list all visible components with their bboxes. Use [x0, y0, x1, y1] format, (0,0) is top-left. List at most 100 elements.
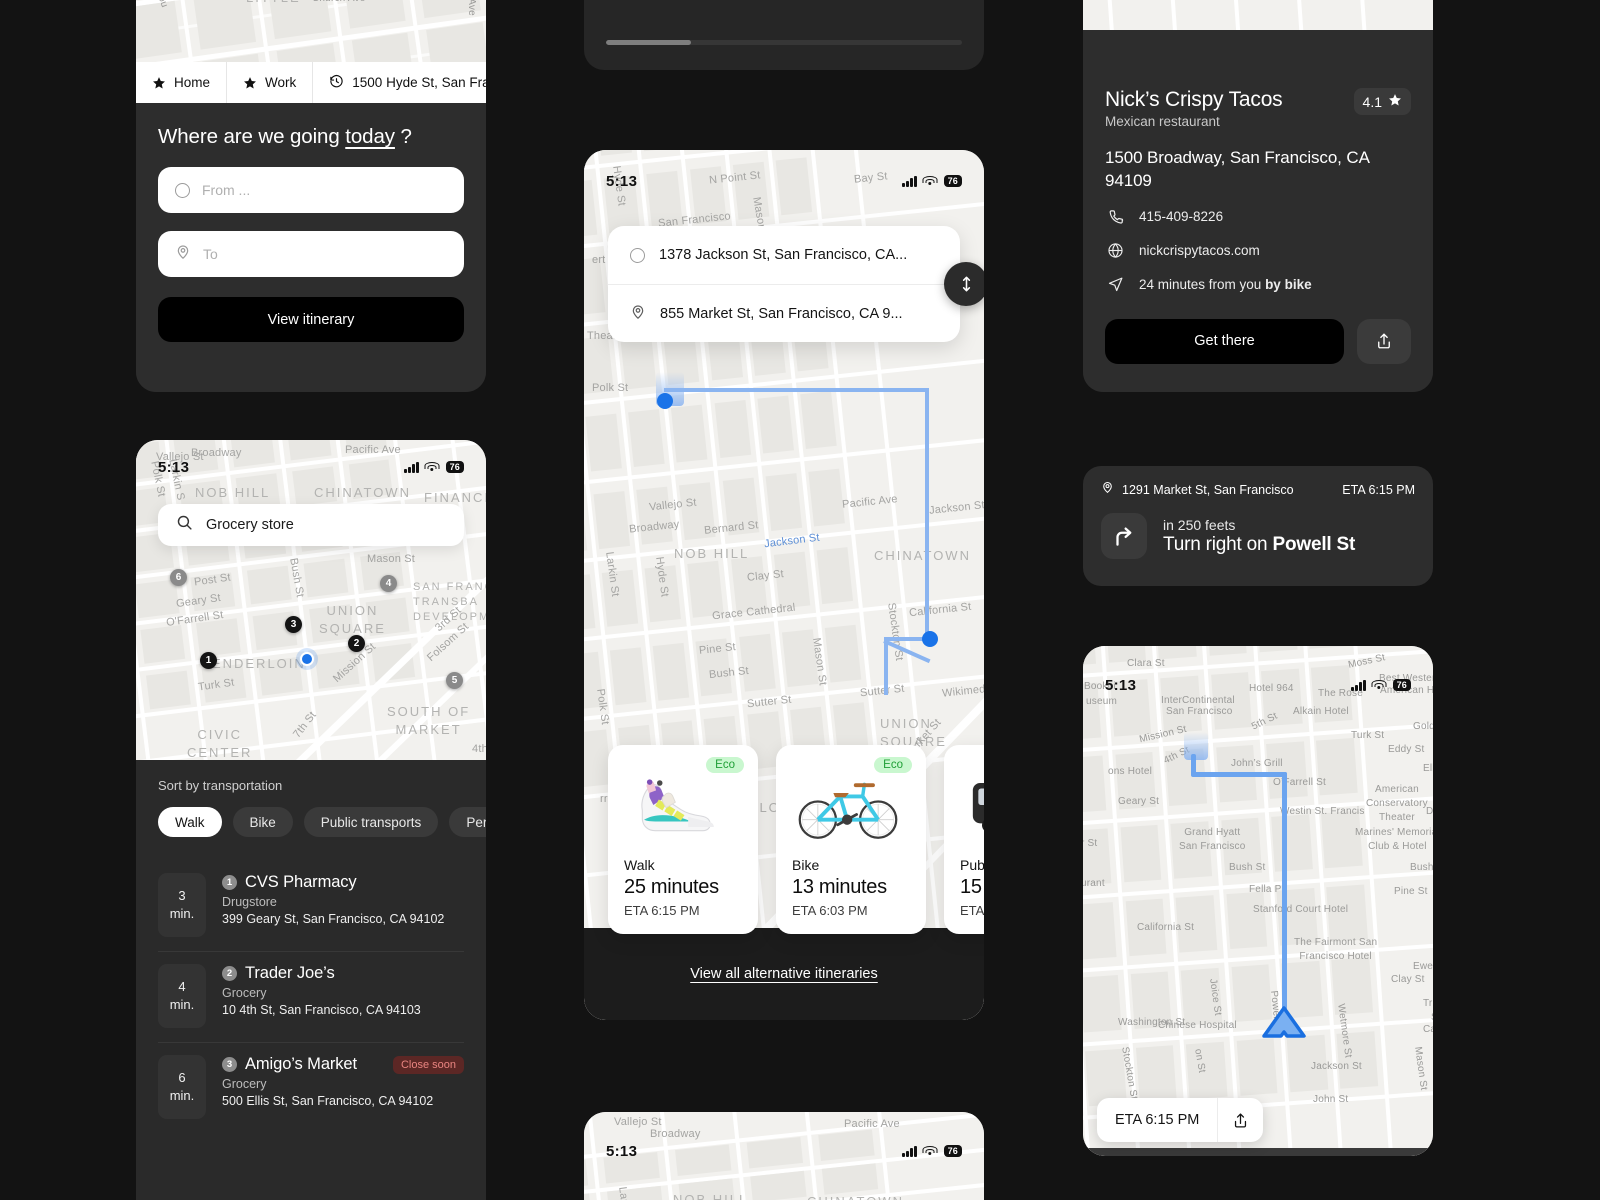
map-label: Utica Ave [466, 0, 477, 16]
navigation-map-panel[interactable]: Clara St Moss St Best Western American H… [1083, 646, 1433, 1156]
partial-map-bottom[interactable]: Vallejo St Broadway Pacific Ave NOB HILL… [584, 1112, 984, 1200]
result-name: CVS Pharmacy [245, 873, 357, 891]
map-label: InterContinental [1161, 695, 1235, 706]
swap-vertical-icon[interactable] [944, 262, 984, 306]
chip-personal[interactable]: Personal [449, 807, 486, 837]
favorite-home[interactable]: Home [136, 62, 228, 103]
map-label: CIVIC CENTER [187, 727, 253, 760]
map-label: NOB HILL [674, 546, 750, 561]
map-marker-5[interactable]: 5 [446, 672, 463, 689]
chip-walk[interactable]: Walk [158, 807, 222, 837]
mode-eta: ETA 6:15 PM [624, 903, 700, 918]
star-icon [152, 76, 166, 90]
nav-instruction-card: 1291 Market St, San Francisco ETA 6:15 P… [1083, 466, 1433, 586]
places-map[interactable]: NOB HILL CHINATOWN FINANCIAL UNIONSQUARE… [136, 440, 486, 760]
map-marker-3[interactable]: 3 [285, 616, 302, 633]
history-icon [329, 74, 344, 92]
travel-time-value: 4 [178, 979, 186, 995]
mode-card-walk[interactable]: Eco Walk 25 minutes ETA 6:15 PM [608, 745, 758, 934]
map-label: San Francisco [1166, 706, 1233, 717]
scroll-indicator[interactable] [606, 40, 962, 45]
result-rank: 2 [222, 966, 237, 981]
travel-time-unit: min. [169, 906, 195, 921]
website-row[interactable]: nickcrispytacos.com [1105, 240, 1411, 261]
favorite-work[interactable]: Work [227, 62, 314, 103]
mode-label: Walk [624, 857, 655, 873]
pin-icon [630, 303, 646, 325]
share-icon[interactable] [1357, 318, 1411, 364]
map-label: Clara St [1127, 658, 1165, 669]
nav-turn-street: Powell St [1272, 533, 1356, 555]
map-label: r St [1083, 838, 1098, 849]
map-label: Alkain Hotel [1293, 706, 1349, 717]
headline-today-link[interactable]: today [345, 125, 395, 148]
map-label: Pacific Ave [345, 444, 401, 456]
chip-public-transports[interactable]: Public transports [303, 807, 439, 837]
star-icon [1388, 93, 1402, 110]
mode-card-public[interactable]: Pub 15 ETA [944, 745, 984, 934]
route-start-beacon [1184, 732, 1208, 760]
place-category: Mexican restaurant [1105, 114, 1220, 129]
eta-text: ETA 6:15 PM [1115, 1112, 1200, 1128]
mode-card-bike[interactable]: Eco Bike 13 minutes ETA 6:03 PM [776, 745, 926, 934]
list-item[interactable]: 3 min. 1 CVS Pharmacy Drugstore 399 Gear… [158, 861, 464, 952]
route-segment [884, 637, 888, 695]
map-label: useum [1086, 696, 1118, 707]
nav-turn-prefix: Turn right on [1163, 533, 1273, 555]
favorite-recent[interactable]: 1500 Hyde St, San Fra... [313, 62, 486, 103]
from-field[interactable]: From ... [158, 167, 464, 213]
chip-bike[interactable]: Bike [232, 807, 293, 837]
to-placeholder: To [203, 246, 218, 262]
map-label: Pine St [1394, 886, 1428, 897]
list-item[interactable]: 4 min. 2 Trader Joe’s Grocery 10 4th St,… [158, 952, 464, 1043]
phone-number: 415-409-8226 [1139, 208, 1224, 224]
places-list: 3 min. 1 CVS Pharmacy Drugstore 399 Gear… [158, 861, 464, 1133]
itinerary-footer: View all alternative itineraries [584, 928, 984, 1020]
map-marker-1[interactable]: 1 [200, 652, 217, 669]
map-label: TENDERLOIN [202, 656, 306, 671]
place-card-panel: NICK’S Crispy Tacos Nick’s Crispy Tacos … [1083, 0, 1433, 392]
bus-icon [960, 759, 984, 851]
map-label: Eddy St [1388, 744, 1425, 755]
search-input[interactable]: Grocery store [158, 504, 464, 546]
map-marker-2[interactable]: 2 [348, 635, 365, 652]
distance-prefix: 24 minutes from you [1139, 276, 1266, 292]
map-label: Vallejo St [614, 1116, 662, 1128]
map-marker-4[interactable]: 4 [380, 575, 397, 592]
mode-label: Pub [960, 857, 984, 873]
travel-time: 4 min. [158, 964, 206, 1028]
website-url: nickcrispytacos.com [1139, 242, 1260, 258]
result-category: Drugstore [222, 895, 277, 909]
origin-row[interactable]: 1378 Jackson St, San Francisco, CA... [608, 226, 960, 284]
share-icon[interactable] [1218, 1111, 1263, 1130]
view-alternatives-link[interactable]: View all alternative itineraries [690, 966, 878, 982]
search-panel: LITTLE Church Ave Utica Ave Flatbu Home … [136, 0, 486, 392]
to-field[interactable]: To [158, 231, 464, 277]
navigate-icon [1105, 274, 1126, 295]
view-itinerary-button[interactable]: View itinerary [158, 297, 464, 342]
map-label: Pacific Ave [844, 1118, 900, 1130]
map-label: Hotel 964 [1249, 683, 1294, 694]
map-label: Ewer Pl [1413, 961, 1433, 972]
map-label: NOB HILL [673, 1192, 749, 1200]
phone-row[interactable]: 415-409-8226 [1105, 206, 1411, 227]
destination-value: 855 Market St, San Francisco, CA 9... [660, 305, 903, 322]
place-card-map[interactable] [1083, 0, 1433, 30]
home-indicator [1083, 1148, 1433, 1156]
search-headline: Where are we going today ? [158, 125, 464, 149]
map-label: Fella Pl [1249, 884, 1284, 895]
map-label: Mason St [367, 553, 416, 565]
map-label: Bush S [1410, 862, 1433, 873]
get-there-button[interactable]: Get there [1105, 318, 1344, 364]
map-marker-6[interactable]: 6 [170, 569, 187, 586]
transport-mode-carousel[interactable]: Eco Walk 25 minutes ETA 6:15 PM Eco Bike… [608, 745, 984, 934]
result-address: 10 4th St, San Francisco, CA 94103 [222, 1003, 421, 1017]
pin-icon [175, 243, 191, 265]
mode-eta: ETA [960, 903, 984, 918]
map-label: Chinese Hospital [1158, 1020, 1237, 1031]
destination-row[interactable]: 855 Market St, San Francisco, CA 9... [608, 284, 960, 342]
map-label: John St [1313, 1094, 1349, 1105]
star-icon [243, 76, 257, 90]
list-item[interactable]: 6 min. 3 Amigo’s Market Close soon Groce… [158, 1043, 464, 1133]
origin-dot [657, 393, 673, 409]
